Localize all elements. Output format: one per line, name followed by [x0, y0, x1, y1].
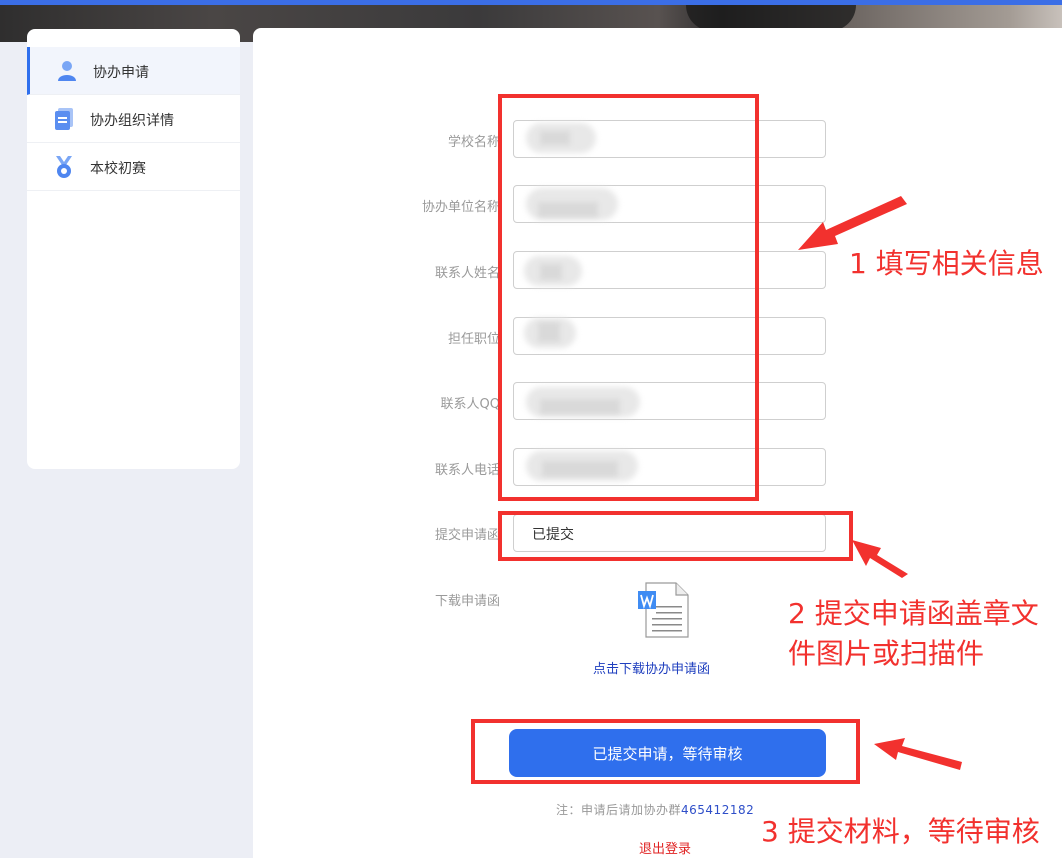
annotation-step1: 1 填写相关信息 [849, 247, 1044, 280]
annotation-arrow-2 [852, 540, 908, 578]
annotation-step2-line2: 件图片或扫描件 [788, 637, 985, 670]
annotation-arrows [798, 196, 962, 770]
annotation-step3: 3 提交材料，等待审核 [761, 815, 1040, 848]
annotation-arrow-3 [874, 738, 962, 770]
annotation-arrow-1 [798, 196, 907, 250]
annotation-step2-line1: 2 提交申请函盖章文 [788, 597, 1039, 630]
